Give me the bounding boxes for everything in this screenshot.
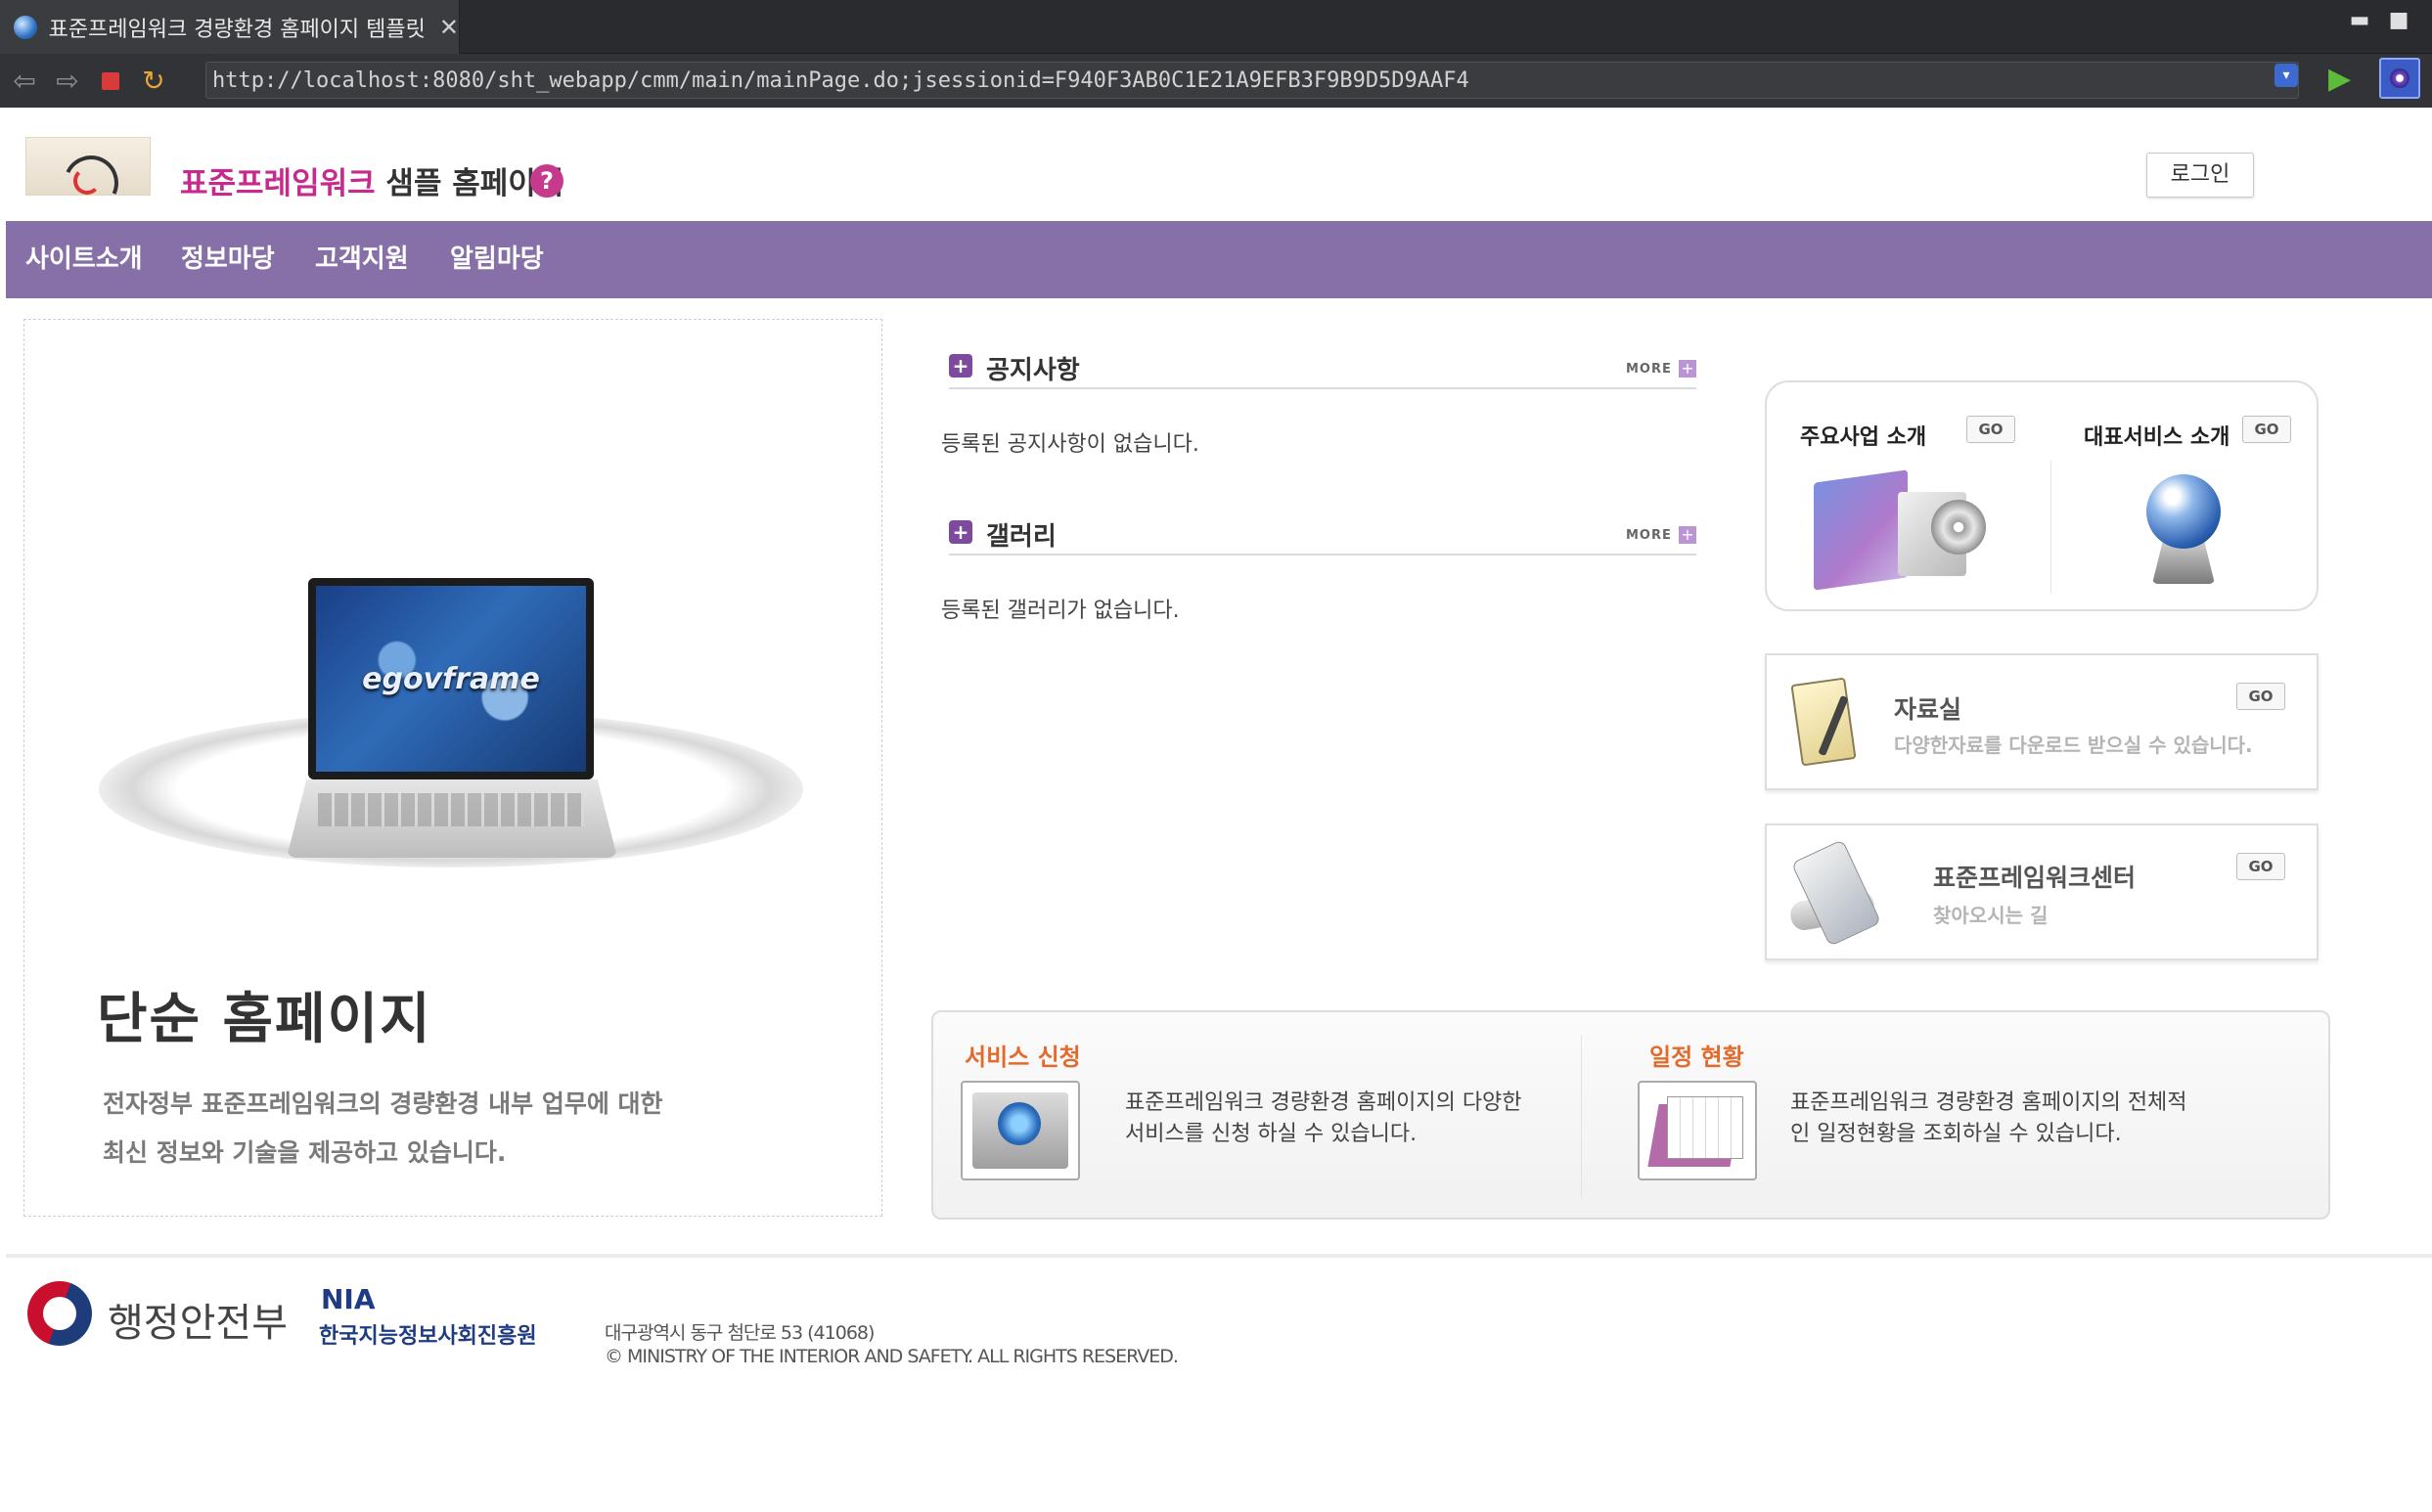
center-subtitle: 찾아오시는 길 [1933, 904, 2049, 927]
site-title-brand: 표준프레임워크 [180, 166, 376, 201]
hero-description-line2: 최신 정보와 기술을 제공하고 있습니다. [103, 1138, 507, 1167]
close-tab-icon[interactable]: ✕ [439, 14, 459, 41]
hero-banner: egovframe 단순 홈페이지 전자정부 표준프레임워크의 경량환경 내부 … [23, 319, 882, 1217]
notepad-icon [1790, 677, 1863, 767]
forward-icon[interactable]: ⇨ [49, 63, 86, 100]
main-business-label[interactable]: 주요사업 소개 [1800, 420, 1926, 451]
stop-icon[interactable] [92, 63, 129, 100]
back-icon[interactable]: ⇦ [6, 63, 43, 100]
footer-copyright: © MINISTRY OF THE INTERIOR AND SAFETY. A… [605, 1346, 1179, 1367]
nia-full-name: 한국지능정보사회진흥원 [319, 1324, 537, 1349]
data-room-subtitle: 다양한자료를 다운로드 받으실 수 있습니다. [1894, 734, 2253, 757]
login-button[interactable]: 로그인 [2146, 153, 2254, 198]
main-business-go-button[interactable]: GO [1966, 416, 2015, 443]
business-intro-box: 주요사업 소개 GO 대표서비스 소개 GO [1765, 380, 2319, 611]
data-room-title: 자료실 [1894, 695, 1962, 724]
menu-item-site-intro[interactable]: 사이트소개 [25, 221, 143, 298]
menu-item-support[interactable]: 고객지원 [315, 221, 409, 298]
divider [1581, 1036, 1582, 1198]
browser-tab-bar: 표준프레임워크 경량환경 홈페이지 템플릿 ✕ ▬ ■ [0, 0, 2432, 54]
globe-trophy-icon[interactable] [2139, 470, 2230, 588]
schedule-description-line2: 인 일정현황을 조회하실 수 있습니다. [1790, 1122, 2122, 1146]
monitor-icon[interactable] [961, 1081, 1080, 1180]
laptop-screen-text: egovframe [362, 661, 540, 696]
main-service-go-button[interactable]: GO [2242, 416, 2291, 443]
hero-title: 단순 홈페이지 [97, 988, 432, 1051]
center-title: 표준프레임워크센터 [1933, 864, 2137, 892]
site-title[interactable]: 표준프레임워크 샘플 홈페이지 [180, 158, 563, 202]
notice-header: + 공지사항 MORE + [949, 348, 1696, 389]
browser-nav-bar: ⇦ ⇨ ↻ http://localhost:8080/sht_webapp/c… [0, 54, 2432, 108]
maximize-icon[interactable]: ■ [2387, 8, 2410, 32]
divider [2050, 461, 2051, 594]
laptop-icon: egovframe [308, 578, 594, 779]
footer-divider [6, 1254, 2432, 1258]
schedule-description-line1: 표준프레임워크 경량환경 홈페이지의 전체적 [1790, 1090, 2187, 1115]
browser-tab[interactable]: 표준프레임워크 경량환경 홈페이지 템플릿 ✕ [0, 0, 460, 54]
tab-title: 표준프레임워크 경량환경 홈페이지 템플릿 [48, 17, 426, 42]
url-bar[interactable]: http://localhost:8080/sht_webapp/cmm/mai… [205, 62, 2299, 99]
gallery-title[interactable]: 갤러리 [986, 516, 1057, 553]
url-text: http://localhost:8080/sht_webapp/cmm/mai… [212, 67, 1469, 93]
plus-icon: + [949, 520, 972, 544]
gallery-header: + 갤러리 MORE + [949, 514, 1696, 556]
laptop-keyboard-graphic [318, 793, 584, 826]
service-description-line2: 서비스를 신청 하실 수 있습니다. [1125, 1122, 1418, 1146]
gallery-more-plus-icon[interactable]: + [1679, 526, 1696, 544]
menu-item-notice[interactable]: 알림마당 [450, 221, 544, 298]
main-menu: 사이트소개 정보마당 고객지원 알림마당 [6, 221, 2432, 298]
plus-icon: + [949, 354, 972, 378]
service-request-title[interactable]: 서비스 신청 [965, 1038, 1081, 1072]
government-emblem-icon [27, 1281, 92, 1346]
notice-empty-message: 등록된 공지사항이 없습니다. [941, 432, 1199, 457]
footer-address: 대구광역시 동구 첨단로 53 (41068) [605, 1322, 875, 1344]
web-page: 표준프레임워크 샘플 홈페이지 ? 로그인 사이트소개 정보마당 고객지원 알림… [6, 110, 2432, 1512]
egov-center-card[interactable]: 표준프레임워크센터 찾아오시는 길 GO [1765, 823, 2319, 960]
refresh-icon[interactable]: ↻ [135, 63, 172, 100]
service-schedule-box: 서비스 신청 표준프레임워크 경량환경 홈페이지의 다양한 서비스를 신청 하실… [931, 1010, 2330, 1220]
egov-logo[interactable] [25, 137, 151, 218]
menu-icon[interactable] [2379, 58, 2420, 99]
site-header: 표준프레임워크 샘플 홈페이지 ? 로그인 [6, 110, 2432, 221]
url-dropdown-icon[interactable]: ▾ [2274, 64, 2298, 87]
notice-title[interactable]: 공지사항 [986, 350, 1080, 386]
main-service-label[interactable]: 대표서비스 소개 [2084, 420, 2229, 451]
phone-in-hand-icon [1784, 839, 1886, 947]
globe-icon [14, 15, 37, 39]
gallery-more-link[interactable]: MORE [1626, 528, 1672, 543]
help-icon[interactable]: ? [530, 164, 563, 198]
data-room-go-button[interactable]: GO [2236, 683, 2285, 710]
gallery-empty-message: 등록된 갤러리가 없습니다. [941, 599, 1180, 623]
minimize-icon[interactable]: ▬ [2348, 8, 2371, 32]
nia-logo-text: NIA [321, 1283, 376, 1315]
calendar-icon[interactable] [1638, 1081, 1757, 1180]
hero-description-line1: 전자정부 표준프레임워크의 경량환경 내부 업무에 대한 [103, 1090, 663, 1118]
notice-more-plus-icon[interactable]: + [1679, 360, 1696, 378]
schedule-title[interactable]: 일정 현황 [1649, 1038, 1744, 1072]
go-icon[interactable]: ▶ [2328, 62, 2351, 96]
menu-item-info[interactable]: 정보마당 [181, 221, 275, 298]
notice-more-link[interactable]: MORE [1626, 362, 1672, 377]
ministry-name: 행정안전부 [108, 1301, 288, 1346]
center-go-button[interactable]: GO [2236, 853, 2285, 880]
service-description-line1: 표준프레임워크 경량환경 홈페이지의 다양한 [1125, 1090, 1522, 1115]
data-room-card[interactable]: 자료실 다양한자료를 다운로드 받으실 수 있습니다. GO [1765, 653, 2319, 790]
software-box-icon[interactable] [1814, 469, 1986, 591]
